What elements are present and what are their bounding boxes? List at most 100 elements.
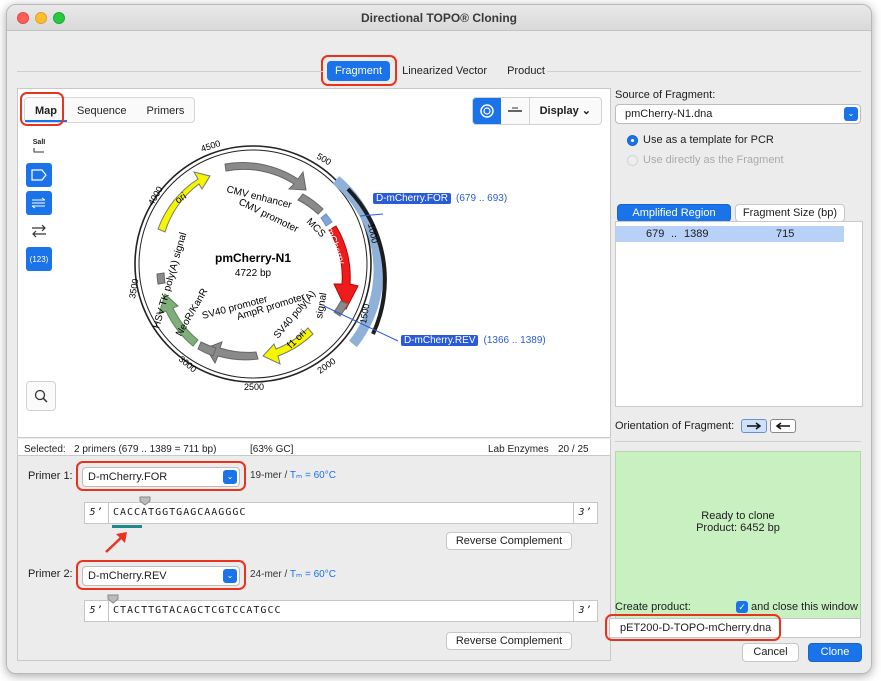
fragment-size-tab[interactable]: Fragment Size (bp) xyxy=(735,204,845,222)
chevron-down-icon: ⌄ xyxy=(581,105,591,117)
feature-mcs[interactable] xyxy=(320,213,333,227)
cloning-window: Directional TOPO® Cloning Fragment Linea… xyxy=(6,4,872,674)
map-panel: Map Sequence Primers Display ⌄ SalI (123… xyxy=(17,88,611,438)
circular-view-button[interactable] xyxy=(472,98,501,124)
primer1-sequence: CACCATGGTGAGCAAGGGC xyxy=(113,507,247,518)
direct-radio[interactable] xyxy=(627,155,638,166)
tab-fragment[interactable]: Fragment xyxy=(327,61,391,81)
primer1-tm-label: Tₘ xyxy=(289,470,303,481)
template-option-label[interactable]: Use as a template for PCR xyxy=(643,134,774,146)
linear-view-button[interactable] xyxy=(501,98,529,124)
primer2-length: 24-mer xyxy=(250,569,282,580)
tab-sequence[interactable]: Sequence xyxy=(67,98,137,122)
tab-linearized-vector[interactable]: Linearized Vector xyxy=(394,61,495,81)
primer1-three-prime: 3’ xyxy=(573,503,597,523)
tick-3500: 3500 xyxy=(127,278,140,299)
product-size: Product: 6452 bp xyxy=(696,522,780,534)
primer2-meta: 24-mer / Tₘ = 60°C xyxy=(250,569,336,580)
template-radio[interactable] xyxy=(627,135,638,146)
primer2-three-prime: 3’ xyxy=(573,601,597,621)
selected-value: 2 primers (679 .. 1389 = 711 bp) xyxy=(74,444,217,455)
ready-status: Ready to clone xyxy=(701,510,775,522)
feature-sv40-promoter[interactable] xyxy=(197,341,217,357)
display-menu[interactable]: Display ⌄ xyxy=(528,98,601,124)
source-select[interactable]: pmCherry-N1.dna ⌄ xyxy=(615,104,861,124)
close-window-checkbox[interactable]: ✓ xyxy=(736,601,748,613)
primer-for-label[interactable]: D-mCherry.FOR (679 .. 693) xyxy=(373,192,507,206)
source-file: pmCherry-N1.dna xyxy=(625,108,713,120)
chevron-updown-icon: ⌄ xyxy=(223,569,237,583)
cancel-button[interactable]: Cancel xyxy=(742,643,799,662)
primer1-five-prime: 5’ xyxy=(85,503,109,523)
window-content: Fragment Linearized Vector Product Map S… xyxy=(7,31,871,673)
magnifier-icon xyxy=(34,389,48,403)
top-tab-bar: Fragment Linearized Vector Product xyxy=(327,61,553,81)
primer2-reverse-complement-button[interactable]: Reverse Complement xyxy=(446,632,572,650)
feature-tool-button[interactable] xyxy=(26,163,52,187)
numbering-tool-button[interactable]: (123) xyxy=(26,247,52,271)
feature-cmv-promoter[interactable] xyxy=(297,193,324,215)
amplified-region-tab[interactable]: Amplified Region xyxy=(617,204,731,222)
primer-for-tag: D-mCherry.FOR xyxy=(373,193,452,204)
product-name-input[interactable]: pET200-D-TOPO-mCherry.dna xyxy=(609,618,861,638)
primer1-reverse-complement-button[interactable]: Reverse Complement xyxy=(446,532,572,550)
circle-map-icon xyxy=(479,104,494,118)
tick-2500: 2500 xyxy=(244,382,264,392)
selected-label: Selected: xyxy=(24,444,66,455)
clone-button[interactable]: Clone xyxy=(808,643,862,662)
table-row[interactable]: 679 .. 1389 715 xyxy=(616,226,844,242)
primer-tool-button[interactable] xyxy=(26,191,52,215)
region-start: 679 xyxy=(646,228,665,240)
primers-panel: Primer 1: D-mCherry.FOR ⌄ 19-mer / Tₘ = … xyxy=(17,455,611,661)
arrow-right-icon xyxy=(747,422,762,430)
primer2-position-marker-icon[interactable] xyxy=(106,594,120,604)
window-title: Directional TOPO® Cloning xyxy=(361,11,517,25)
close-window-label[interactable]: and close this window xyxy=(751,601,858,613)
tab-map[interactable]: Map xyxy=(25,98,67,122)
title-bar: Directional TOPO® Cloning xyxy=(7,5,871,31)
plasmid-size: 4722 bp xyxy=(235,268,272,279)
primer-icon xyxy=(31,197,46,209)
direct-option-label[interactable]: Use directly as the Fragment xyxy=(643,154,784,166)
map-tools: SalI (123) xyxy=(26,135,52,271)
primer1-position-marker-icon[interactable] xyxy=(138,496,152,506)
primer2-sequence-box[interactable]: 5’ CTACTTGTACAGCTCGTCCATGCC 3’ xyxy=(84,600,598,622)
orientation-reverse-button[interactable] xyxy=(770,419,796,433)
enzyme-set[interactable]: Lab Enzymes xyxy=(488,444,549,455)
cut-site-icon xyxy=(33,148,44,153)
annotation-arrow-icon xyxy=(105,532,127,553)
primer2-label: Primer 2: xyxy=(28,568,73,580)
enzyme-tool-button[interactable]: SalI xyxy=(26,135,52,159)
primer2-sequence: CTACTTGTACAGCTCGTCCATGCC xyxy=(113,605,282,616)
ready-panel: Ready to clone Product: 6452 bp xyxy=(615,451,861,619)
top-divider-right xyxy=(547,71,861,72)
tab-primers[interactable]: Primers xyxy=(137,98,195,122)
primer-for-range: (679 .. 693) xyxy=(456,193,508,204)
region-sep: .. xyxy=(671,228,678,240)
primer1-value: D-mCherry.FOR xyxy=(88,471,168,483)
top-divider xyxy=(17,71,323,72)
region-size: 715 xyxy=(776,228,795,240)
primer1-label: Primer 1: xyxy=(28,470,73,482)
orientation-label: Orientation of Fragment: xyxy=(615,420,735,432)
primer1-sequence-box[interactable]: 5’ CACCATGGTGAGCAAGGGC 3’ xyxy=(84,502,598,524)
primer-rev-label[interactable]: D-mCherry.REV (1366 .. 1389) xyxy=(401,334,546,348)
orientation-forward-button[interactable] xyxy=(741,419,767,433)
plasmid-map: ori CMV enhancer CMV promoter MCS mCherr… xyxy=(127,138,399,392)
primer1-select[interactable]: D-mCherry.FOR ⌄ xyxy=(82,467,240,487)
create-product-label: Create product: xyxy=(615,601,691,613)
enzyme-count: 20 / 25 xyxy=(558,444,589,455)
display-menu-label: Display xyxy=(539,105,579,117)
region-table: 679 .. 1389 715 xyxy=(615,221,863,407)
primer1-meta: 19-mer / Tₘ = 60°C xyxy=(250,470,336,481)
orf-tool-button[interactable] xyxy=(26,219,52,243)
primer2-select[interactable]: D-mCherry.REV ⌄ xyxy=(82,566,240,586)
tab-product[interactable]: Product xyxy=(499,61,553,81)
zoom-button[interactable] xyxy=(26,381,56,411)
tick-2000: 2000 xyxy=(315,356,337,376)
map-view-toggles: Display ⌄ xyxy=(471,97,602,125)
primer-rev-range: (1366 .. 1389) xyxy=(483,335,546,346)
plasmid-name: pmCherry-N1 xyxy=(215,251,291,265)
region-end: 1389 xyxy=(684,228,709,240)
primer1-length: 19-mer xyxy=(250,470,282,481)
